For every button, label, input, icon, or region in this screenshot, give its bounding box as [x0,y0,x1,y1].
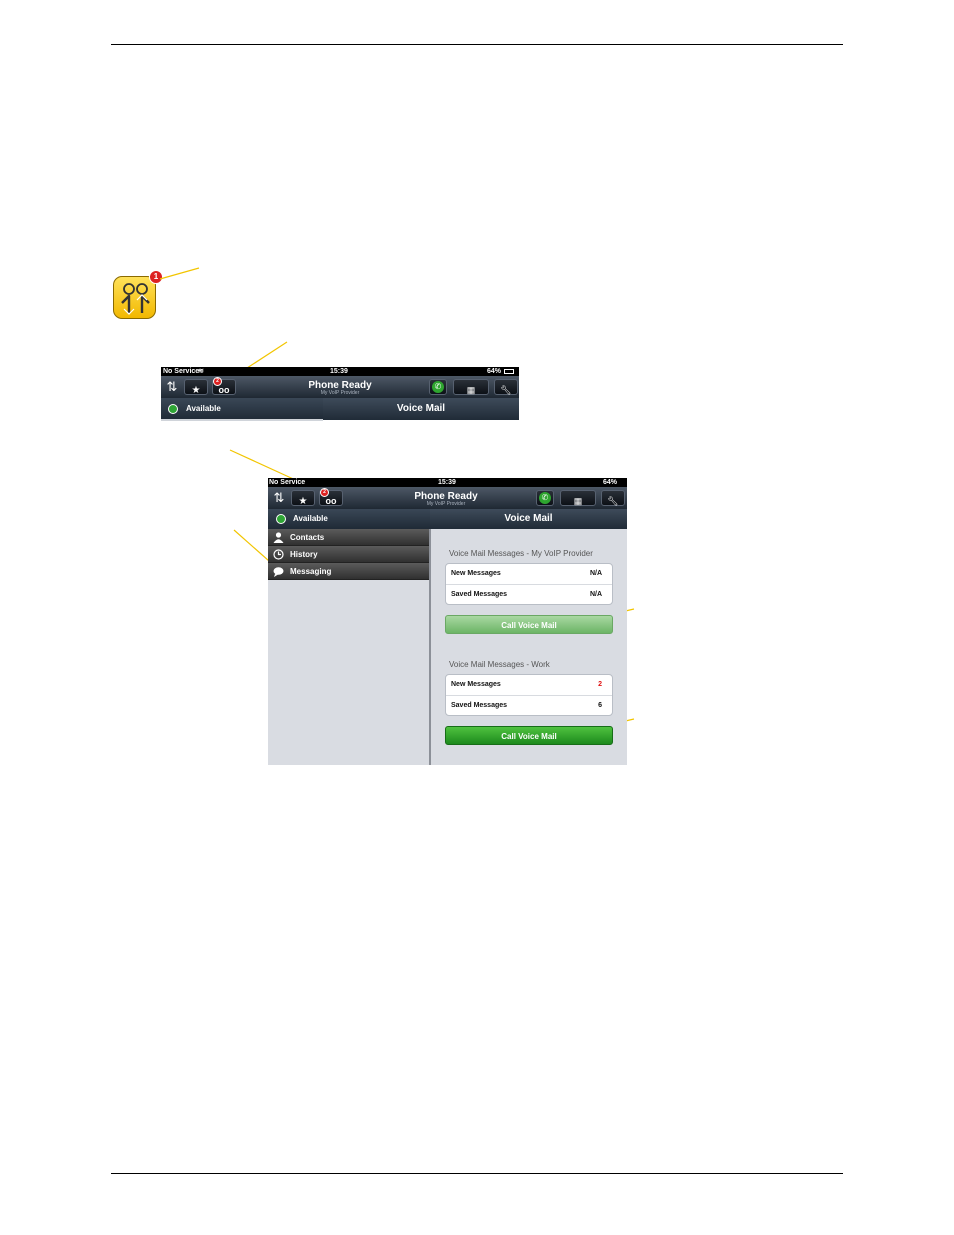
voicemail-header: Voice Mail [430,509,627,529]
status-bar: No Service 15:39 64% [268,478,627,487]
favorites-button[interactable]: ★ [291,490,315,507]
bria-app-icon [113,276,156,319]
settings-button[interactable]: 🔧︎ [601,490,625,506]
table-row: New Messages N/A [446,564,612,584]
row-label: New Messages [451,681,501,688]
menu-item-messaging[interactable]: Messaging [268,563,430,580]
keypad-button[interactable]: ▦ [560,490,596,506]
battery-text: 64% [487,368,502,375]
keypad-button[interactable]: ▦ [453,379,489,395]
row-value: N/A [589,570,602,577]
available-check-icon [276,514,286,524]
keypad-icon: ▦ [466,385,476,395]
presence-label: Available [186,404,221,413]
call-icon: ✆ [432,381,444,393]
voicemail-header-title: Voice Mail [396,403,446,414]
new-messages-count: 2 [598,681,602,688]
presence-bar[interactable]: Available [161,398,323,420]
header-rule [111,44,843,45]
contacts-icon[interactable]: ⇅ [271,490,287,506]
wrench-icon: 🔧︎ [607,496,619,506]
call-button[interactable]: ✆ [429,379,447,395]
voicemail-badge: 2 [213,377,222,386]
call-voicemail-button[interactable]: Call Voice Mail [445,615,613,634]
clock-text: 15:39 [330,368,348,375]
voicemail-icon: oo [325,496,337,506]
voicemail-card: New Messages 2 Saved Messages 6 [445,674,613,716]
battery-text: 64% [603,479,618,486]
menu-label: History [290,550,318,559]
star-icon: ★ [298,496,308,507]
row-label: Saved Messages [451,702,508,709]
row-value: N/A [589,591,602,598]
table-row: New Messages 2 [446,675,612,695]
row-value: 6 [598,702,602,709]
menu-label: Contacts [290,533,325,542]
nav-subtitle: My VoIP Provider [426,501,466,507]
chat-bubble-icon [273,567,284,577]
app-icon-badge: 1 [149,270,163,284]
voicemail-card: New Messages N/A Saved Messages N/A [445,563,613,605]
status-bar: No Service ≋ 15:39 64% [161,367,519,376]
call-button[interactable]: ✆ [536,490,554,506]
keypad-icon: ▦ [573,496,583,506]
row-label: Saved Messages [451,591,508,598]
menu-label: Messaging [290,567,332,576]
person-icon [273,532,284,543]
table-row: Saved Messages N/A [446,585,612,605]
header-underline [161,419,323,421]
split-divider [429,529,431,765]
nav-bar: ⇅ ★ oo 2 Phone Ready My VoIP Provider ✆ … [268,487,627,509]
contacts-icon[interactable]: ⇅ [164,379,180,395]
voicemail-icon: oo [218,385,230,395]
available-check-icon [168,404,178,414]
settings-button[interactable]: 🔧︎ [494,379,518,395]
menu-item-history[interactable]: History [268,546,430,563]
footer-rule [111,1173,843,1174]
clock-text: 15:39 [438,479,456,486]
wrench-icon: 🔧︎ [500,385,512,395]
call-voicemail-button[interactable]: Call Voice Mail [445,726,613,745]
section-title: Voice Mail Messages - My VoIP Provider [449,549,593,558]
nav-bar: ⇅ ★ oo 2 Phone Ready My VoIP Provider ✆ … [161,376,519,398]
wifi-icon: ≋ [198,368,204,375]
nav-subtitle: My VoIP Provider [320,390,360,396]
voicemail-header-title: Voice Mail [504,513,553,524]
section-title: Voice Mail Messages - Work [449,660,550,669]
clock-icon [273,549,284,560]
carrier-text: No Service [163,368,200,375]
row-label: New Messages [451,570,501,577]
voicemail-badge: 2 [320,488,329,497]
table-row: Saved Messages 6 [446,696,612,716]
battery-icon [504,369,514,374]
presence-label: Available [293,514,328,523]
carrier-text: No Service [269,479,306,486]
call-icon: ✆ [539,492,551,504]
star-icon: ★ [191,385,201,396]
menu-item-contacts[interactable]: Contacts [268,529,430,546]
favorites-button[interactable]: ★ [184,379,208,396]
voicemail-header: Voice Mail [323,398,519,420]
presence-bar[interactable]: Available [268,509,430,529]
